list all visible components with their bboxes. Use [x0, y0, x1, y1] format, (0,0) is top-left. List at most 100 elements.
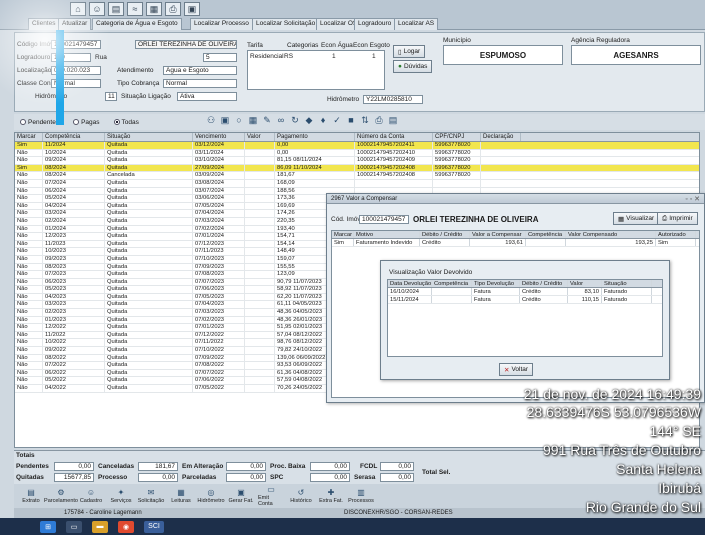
column-header[interactable]: Data Devolução [388, 280, 432, 287]
column-header[interactable]: Competência [432, 280, 472, 287]
chrome-icon[interactable]: ◉ [118, 520, 134, 533]
tab-clientes[interactable]: Clientes [28, 18, 60, 30]
voltar-button[interactable]: ✕ Voltar [499, 363, 534, 376]
arrows-icon[interactable]: ⇅ [359, 114, 371, 126]
grid-cell: 59963778020 [433, 149, 481, 157]
grid-column-header[interactable]: Declaração [481, 133, 521, 141]
save-icon[interactable]: ▣ [219, 114, 231, 126]
function-button-1[interactable]: ⚙ Parcelamento [44, 488, 78, 504]
table-icon[interactable]: ▦ [247, 114, 259, 126]
tab-processo[interactable]: Localizar Processo [190, 18, 253, 30]
tab-categoria[interactable]: Categoria de Água e Esgoto [92, 18, 182, 30]
water-icon[interactable]: ≈ [127, 2, 143, 16]
column-header[interactable]: Marcar [332, 231, 354, 238]
table-row[interactable]: Não 08/2024 Cancelada 03/09/2024 181,67 10002… [15, 172, 699, 180]
tab-as[interactable]: Localizar AS [394, 18, 439, 30]
stop-icon[interactable]: ■ [345, 114, 357, 126]
function-button-3[interactable]: ✦ Serviços [108, 488, 134, 504]
function-button-2[interactable]: ☺ Cadastro [78, 488, 104, 504]
table-row[interactable]: Sim 08/2024 Quitada 27/09/2024 86,09 11/10/2… [15, 164, 699, 173]
visualizar-button[interactable]: ▦ Visualizar [613, 212, 660, 225]
grid-column-header[interactable]: Número da Conta [355, 133, 433, 141]
function-button-8[interactable]: ▭ Emit Conta [258, 485, 284, 507]
filter-todas[interactable]: Todas [113, 119, 139, 126]
table-row[interactable]: Não 07/2024 Quitada 03/08/2024 168,09 [15, 179, 699, 188]
grid-column-header[interactable]: CPF/CNPJ [433, 133, 481, 141]
complemento-input[interactable]: 5 [203, 53, 237, 62]
column-header[interactable]: Competência [526, 231, 566, 238]
users-icon[interactable]: ☺ [89, 2, 105, 16]
function-button-4[interactable]: ✉ Solicitação [138, 488, 165, 504]
proc-baixa-label: Proc. Baixa [270, 463, 306, 470]
tab-solicitacao[interactable]: Localizar Solicitação [252, 18, 320, 30]
tab-logradouro[interactable]: Logradouro [354, 18, 396, 30]
tag-icon[interactable]: ◆ [303, 114, 315, 126]
home-icon[interactable]: ⌂ [70, 2, 86, 16]
function-button-6[interactable]: ◎ Hidrômetro [197, 488, 224, 504]
grid-column-header[interactable]: Marcar [15, 133, 43, 141]
edit-icon[interactable]: ✎ [261, 114, 273, 126]
map-icon[interactable]: ▣ [184, 2, 200, 16]
chart-icon[interactable]: ▤ [108, 2, 124, 16]
grid-column-header[interactable]: Vencimento [193, 133, 245, 141]
serasa-value: 0,00 [380, 473, 414, 482]
grid-cell: 07/02/2023 [193, 316, 245, 324]
refresh-icon[interactable]: ↻ [289, 114, 301, 126]
table-row[interactable]: Não 09/2024 Quitada 03/10/2024 81,15 08/11/2… [15, 157, 699, 165]
grid-column-header[interactable]: Pagamento [275, 133, 355, 141]
clipboard-icon[interactable]: ▤ [387, 114, 399, 126]
tab-strip: ⌂ ☺ ▤ ≈ ▦ ⎙ ▣ Clientes Atualizar Categor… [0, 0, 705, 30]
water-drop-icon[interactable]: ♦ [317, 114, 329, 126]
function-button-7[interactable]: ▣ Gerar Fat. [228, 488, 254, 504]
imprimir-button[interactable]: ⎙ Imprimir [657, 212, 698, 225]
grid-cell [245, 233, 275, 240]
print-icon[interactable]: ⎙ [373, 114, 385, 126]
tab-atualizar[interactable]: Atualizar [58, 18, 92, 30]
folder-icon[interactable]: ▬ [92, 520, 108, 533]
circle-icon[interactable]: ○ [233, 114, 245, 126]
econ-agua-label: Econ Água [321, 42, 353, 49]
filter-pagas[interactable]: Pagas [73, 119, 100, 126]
column-header[interactable]: Situação [602, 280, 652, 287]
report-icon[interactable]: ▦ [146, 2, 162, 16]
windows-start-icon[interactable]: ⊞ [40, 520, 56, 533]
grid-column-header[interactable]: Competência [43, 133, 105, 141]
table-row[interactable]: Sim 11/2024 Quitada 03/12/2024 0,00 100021479… [15, 142, 699, 150]
table-row[interactable]: 16/10/2024 Fatura Crédito 83,10 Faturado [388, 288, 662, 296]
link-icon[interactable]: ∞ [275, 114, 287, 126]
table-row[interactable]: 15/11/2024 Fatura Crédito 110,15 Faturado [388, 296, 662, 304]
check-icon[interactable]: ✓ [331, 114, 343, 126]
grid-column-header[interactable]: Valor [245, 133, 275, 141]
column-header[interactable]: Autorizado [656, 231, 696, 238]
function-button-9[interactable]: ↺ Histórico [288, 488, 314, 504]
grid-cell: 04/2022 [43, 385, 105, 392]
column-header[interactable]: Valor [568, 280, 602, 287]
group-icon[interactable]: ⚇ [205, 114, 217, 126]
table-row[interactable]: Sim Faturamento Indevido Crédito 193,61 … [332, 239, 699, 247]
table-row[interactable]: Não 10/2024 Quitada 03/11/2024 0,00 100021479… [15, 149, 699, 158]
column-header[interactable]: Débito / Crédito [420, 231, 470, 238]
function-button-0[interactable]: ▤ Extrato [18, 488, 44, 504]
column-header[interactable]: Tipo Devolução [472, 280, 520, 287]
column-header[interactable]: Motivo [354, 231, 420, 238]
atendimento-input[interactable]: Água e Esgoto [163, 66, 237, 75]
tipo-cobranca-input[interactable]: Normal [163, 79, 237, 88]
printer-icon: ⎙ [662, 214, 668, 222]
column-header[interactable]: Valor a Compensar [470, 231, 526, 238]
duvidas-button[interactable]: ● Dúvidas [393, 60, 433, 73]
print-icon[interactable]: ⎙ [165, 2, 181, 16]
task-view-icon[interactable]: ▭ [66, 520, 82, 533]
grid-cell: 81,15 08/11/2024 [275, 157, 355, 164]
window-controls-icon[interactable]: ◦ ◦ ✕ [685, 195, 700, 205]
sci-app-icon[interactable]: SCI [144, 520, 164, 533]
grid-cell [245, 331, 275, 339]
function-button-11[interactable]: ▥ Processos [348, 488, 374, 504]
function-button-5[interactable]: ▦ Leituras [168, 488, 194, 504]
logar-button[interactable]: ▯ Logar [393, 45, 426, 58]
grid-column-header[interactable]: Situação [105, 133, 193, 141]
column-header[interactable]: Débito / Crédito [520, 280, 568, 287]
client-form: Código Imóvel 100021479457 ORLEI TEREZIN… [14, 32, 705, 112]
function-button-10[interactable]: ✚ Extra Fat. [318, 488, 344, 504]
column-header[interactable]: Valor Compensado [566, 231, 656, 238]
filter-pendentes[interactable]: Pendentes [20, 119, 59, 126]
